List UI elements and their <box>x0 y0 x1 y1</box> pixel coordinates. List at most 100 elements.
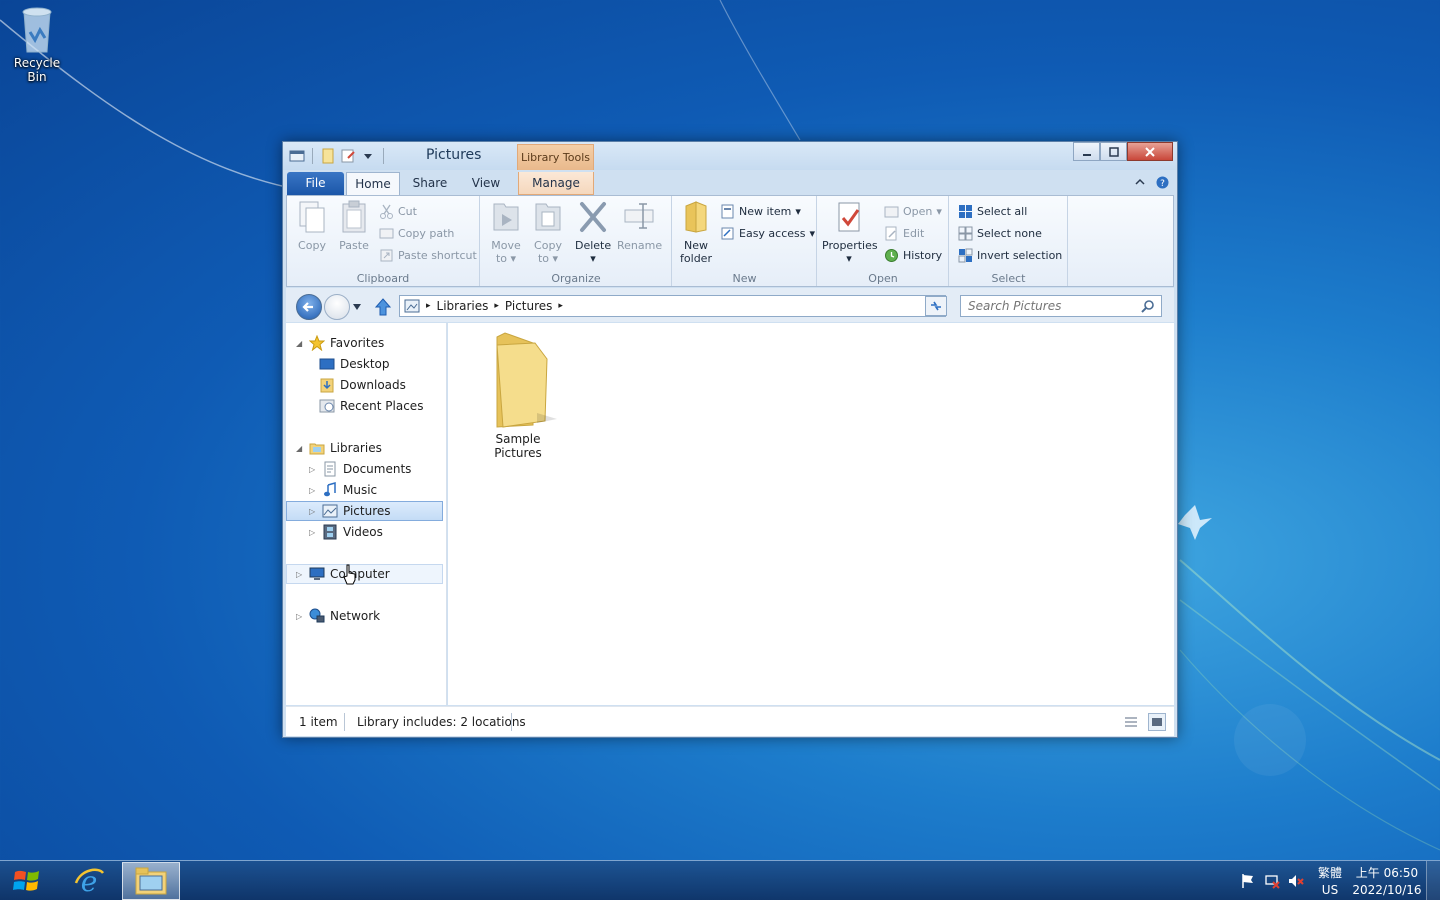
up-arrow-icon[interactable] <box>375 298 391 316</box>
tab-share[interactable]: Share <box>407 172 453 195</box>
copy-button[interactable]: Copy <box>295 200 329 252</box>
copy-to-label-2: to <box>537 252 549 265</box>
nav-label-pictures: Pictures <box>343 504 391 518</box>
window-menu-icon[interactable] <box>289 148 305 164</box>
folder-name: Sample Pictures <box>494 432 542 460</box>
breadcrumb-separator-icon[interactable]: ▸ <box>494 301 499 311</box>
tab-view[interactable]: View <box>463 172 509 195</box>
collapse-arrow-icon[interactable]: ◢ <box>296 339 304 348</box>
nav-label-desktop: Desktop <box>340 357 390 371</box>
expand-arrow-icon[interactable]: ▷ <box>296 570 304 579</box>
minimize-button[interactable] <box>1073 142 1100 161</box>
close-button[interactable] <box>1127 142 1173 161</box>
start-button[interactable] <box>0 861 54 900</box>
customize-qa-chevron-icon[interactable] <box>360 148 376 164</box>
move-to-icon <box>493 203 519 231</box>
expand-arrow-icon[interactable]: ▷ <box>309 528 317 537</box>
nav-item-favorites[interactable]: ◢ Favorites <box>296 333 384 353</box>
nav-item-downloads[interactable]: Downloads <box>319 375 406 395</box>
nav-item-computer[interactable]: ▷ Computer <box>286 564 443 584</box>
action-center-flag-icon[interactable] <box>1240 873 1256 889</box>
nav-item-libraries[interactable]: ◢ Libraries <box>296 438 382 458</box>
search-box[interactable] <box>960 295 1162 317</box>
network-status-icon[interactable] <box>1264 873 1280 889</box>
taskbar-file-explorer[interactable] <box>122 862 180 900</box>
new-folder-button[interactable]: New folder <box>679 200 713 265</box>
nav-item-videos[interactable]: ▷ Videos <box>309 522 383 542</box>
nav-item-desktop[interactable]: Desktop <box>319 354 390 374</box>
nav-label-favorites: Favorites <box>330 336 385 350</box>
title-bar[interactable]: Pictures Library Tools <box>283 142 1177 170</box>
delete-button[interactable]: Delete ▾ <box>575 200 611 265</box>
tab-manage[interactable]: Manage <box>518 172 594 195</box>
properties-qa-icon[interactable] <box>320 148 336 164</box>
file-explorer-icon <box>135 867 167 895</box>
invert-selection-button[interactable]: Invert selection <box>958 245 1062 265</box>
new-folder-qa-icon[interactable] <box>340 148 356 164</box>
expand-arrow-icon[interactable]: ▷ <box>309 486 317 495</box>
breadcrumb-separator-icon[interactable]: ▸ <box>558 301 563 311</box>
cut-button[interactable]: Cut <box>379 201 417 221</box>
nav-item-network[interactable]: ▷ Network <box>296 606 380 626</box>
expand-arrow-icon[interactable]: ▷ <box>309 465 317 474</box>
forward-button[interactable] <box>324 294 350 320</box>
move-to-button[interactable]: Move to ▾ <box>489 200 523 265</box>
minimize-ribbon-chevron-icon[interactable] <box>1134 176 1146 188</box>
paste-shortcut-button[interactable]: Paste shortcut <box>379 245 477 265</box>
breadcrumb-libraries[interactable]: Libraries <box>437 299 489 313</box>
open-button[interactable]: Open ▾ <box>884 201 942 221</box>
input-method-indicator[interactable]: 繁體 US <box>1316 865 1344 899</box>
select-all-button[interactable]: Select all <box>958 201 1027 221</box>
select-group: Select all Select none Invert selection … <box>950 196 1068 286</box>
nav-label-libraries: Libraries <box>330 441 382 455</box>
help-icon[interactable]: ? <box>1156 176 1169 189</box>
tab-home[interactable]: Home <box>346 172 400 195</box>
address-bar[interactable]: ▸ Libraries ▸ Pictures ▸ <box>399 295 946 317</box>
details-view-button[interactable] <box>1122 713 1140 731</box>
refresh-button[interactable] <box>925 296 947 316</box>
easy-access-icon <box>721 227 734 239</box>
history-button[interactable]: History <box>884 245 942 265</box>
expand-arrow-icon[interactable]: ▷ <box>296 612 304 621</box>
paste-button[interactable]: Paste <box>337 200 371 252</box>
pictures-library-address-icon <box>404 299 420 313</box>
large-icons-view-button[interactable] <box>1148 713 1166 731</box>
computer-icon <box>309 567 325 580</box>
easy-access-button[interactable]: Easy access ▾ <box>720 223 815 243</box>
properties-button[interactable]: Properties ▾ <box>822 200 878 265</box>
back-button[interactable] <box>296 294 322 320</box>
star-icon <box>309 335 325 351</box>
nav-label-downloads: Downloads <box>340 378 406 392</box>
nav-item-recent-places[interactable]: Recent Places <box>319 396 423 416</box>
taskbar-internet-explorer[interactable]: e <box>60 862 118 900</box>
search-input[interactable] <box>961 296 1131 316</box>
ribbon-controls: ? <box>1134 176 1169 189</box>
system-clock[interactable]: 上午 06:50 2022/10/16 <box>1352 865 1422 899</box>
new-item-button[interactable]: New item ▾ <box>720 201 801 221</box>
volume-muted-icon[interactable] <box>1288 873 1304 889</box>
search-icon[interactable] <box>1141 299 1155 313</box>
breadcrumb-separator-icon[interactable]: ▸ <box>426 301 431 311</box>
nav-item-pictures[interactable]: ▷ Pictures <box>286 501 443 521</box>
nav-item-music[interactable]: ▷ Music <box>309 480 377 500</box>
select-none-button[interactable]: Select none <box>958 223 1042 243</box>
copy-path-button[interactable]: Copy path <box>379 223 454 243</box>
maximize-button[interactable] <box>1100 142 1127 161</box>
rename-button[interactable]: Rename <box>617 200 662 252</box>
maximize-icon <box>1108 146 1119 157</box>
quick-access-toolbar <box>289 148 387 164</box>
breadcrumb-pictures[interactable]: Pictures <box>505 299 553 313</box>
ime-language-label: 繁體 <box>1317 866 1342 880</box>
collapse-arrow-icon[interactable]: ◢ <box>296 444 304 453</box>
recent-locations-chevron-icon[interactable] <box>352 303 362 311</box>
edit-label: Edit <box>903 226 925 240</box>
documents-icon <box>324 461 336 477</box>
show-desktop-button[interactable] <box>1426 861 1440 900</box>
copy-to-button[interactable]: Copy to ▾ <box>531 200 565 265</box>
tab-file[interactable]: File <box>287 172 344 195</box>
edit-button[interactable]: Edit <box>884 223 924 243</box>
expand-arrow-icon[interactable]: ▷ <box>309 507 317 516</box>
recycle-bin-icon[interactable]: Recycle Bin <box>4 6 70 84</box>
folder-item[interactable]: Sample Pictures <box>470 329 566 460</box>
nav-item-documents[interactable]: ▷ Documents <box>309 459 411 479</box>
